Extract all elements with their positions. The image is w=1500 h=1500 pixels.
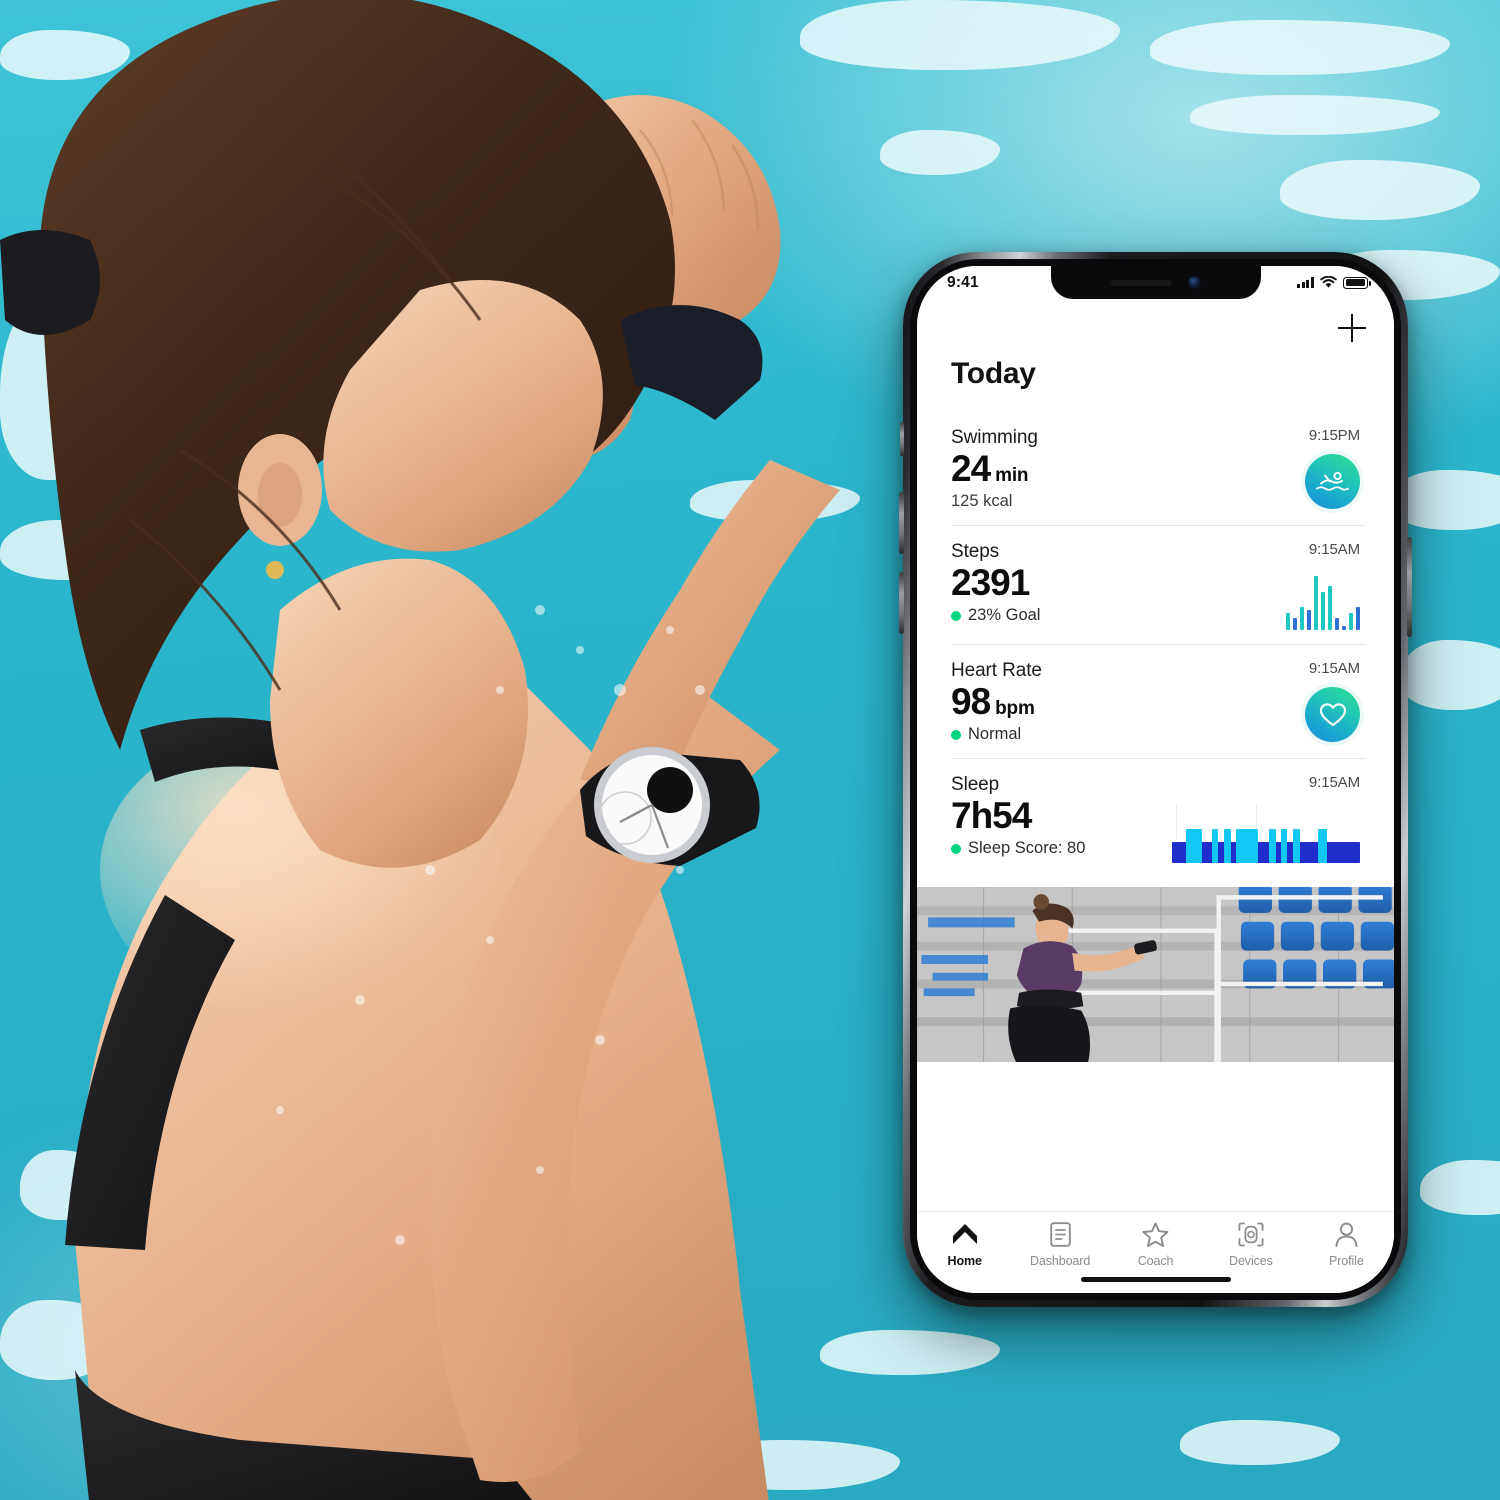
star-icon (1142, 1221, 1169, 1247)
workout-photo (917, 887, 1394, 1062)
tab-profile[interactable]: Profile (1299, 1221, 1394, 1268)
cellular-signal-icon (1297, 277, 1314, 288)
metric-subtext: Normal (968, 725, 1022, 743)
tab-label: Profile (1328, 1254, 1364, 1268)
goggles-strap (0, 230, 100, 335)
page-title: Today (951, 357, 1036, 390)
metric-unit: bpm (995, 698, 1035, 719)
document-icon (1049, 1221, 1071, 1247)
steps-bar (1314, 576, 1318, 630)
tab-dashboard[interactable]: Dashboard (1012, 1221, 1107, 1268)
swimmer-badge[interactable] (1305, 454, 1360, 509)
status-dot (951, 610, 961, 621)
water-highlight (1400, 640, 1500, 710)
heart-icon (1319, 702, 1346, 726)
status-dot (951, 729, 961, 740)
goggles (620, 305, 763, 420)
metric-row-heart-rate[interactable]: Heart Rate 98 bpm Normal 9:15AM (917, 644, 1394, 758)
sleep-light-segment (1212, 829, 1218, 863)
tab-label: Coach (1137, 1254, 1174, 1268)
status-bar-time: 9:41 (947, 273, 979, 291)
add-button[interactable] (1338, 314, 1366, 342)
steps-bar-chart (1286, 570, 1360, 630)
power-button[interactable] (1407, 537, 1412, 637)
sleep-light-segment (1293, 829, 1300, 863)
steps-bar (1321, 591, 1325, 630)
swimmer-icon (1316, 471, 1349, 491)
tab-home[interactable]: Home (917, 1221, 1012, 1268)
metric-subtext: 125 kcal (951, 492, 1013, 510)
person-icon (1334, 1221, 1359, 1247)
watch-icon (1238, 1221, 1264, 1247)
workout-photo-card[interactable] (917, 887, 1394, 1062)
sleep-light-segment (1236, 829, 1258, 863)
steps-bar (1286, 613, 1290, 630)
tab-label: Dashboard (1029, 1254, 1091, 1268)
battery-full-icon (1343, 276, 1371, 289)
volume-up-button[interactable] (899, 492, 904, 554)
metric-value: 2391 (951, 562, 1030, 603)
display-notch (1050, 266, 1261, 299)
metric-subtext: Sleep Score: 80 (968, 839, 1086, 857)
home-icon (952, 1221, 978, 1247)
mute-switch-button[interactable] (900, 422, 904, 456)
heart-rate-badge[interactable] (1305, 687, 1360, 742)
steps-bar (1293, 617, 1297, 630)
tab-label: Devices (1229, 1254, 1273, 1268)
metric-timestamp: 9:15AM (1308, 541, 1360, 558)
neck (270, 558, 528, 868)
metric-label: Steps (951, 541, 1000, 562)
steps-bar (1328, 586, 1332, 630)
sleep-light-segment (1281, 829, 1287, 863)
smartphone-device: 9:41 Today Swimming 24 min 125 kcal 9:15… (899, 252, 1412, 1307)
metric-timestamp: 9:15PM (1308, 427, 1360, 444)
phone-screen: 9:41 Today Swimming 24 min 125 kcal 9:15… (917, 266, 1394, 1293)
app-container: Today Swimming 24 min 125 kcal 9:15PM St… (917, 266, 1394, 1293)
app-scroll-area[interactable]: Today Swimming 24 min 125 kcal 9:15PM St… (917, 299, 1394, 1211)
metric-value: 7h54 (951, 795, 1032, 836)
home-indicator[interactable] (1080, 1276, 1231, 1282)
steps-bar (1349, 613, 1353, 630)
tab-devices[interactable]: Devices (1203, 1221, 1298, 1268)
metric-label: Sleep (951, 774, 1000, 795)
metric-value: 98 (951, 681, 991, 722)
woman-in-pool (0, 0, 840, 1500)
watch-subdial (647, 767, 693, 813)
steps-bar (1300, 606, 1304, 630)
tab-label: Home (947, 1254, 982, 1268)
metric-label: Heart Rate (951, 660, 1042, 681)
metric-row-swimming[interactable]: Swimming 24 min 125 kcal 9:15PM (917, 411, 1394, 525)
wifi-icon (1320, 276, 1337, 288)
header-actions (917, 299, 1394, 357)
sleep-light-segment (1186, 829, 1202, 863)
sleep-light-segment (1224, 829, 1231, 863)
earring (266, 561, 284, 579)
metric-unit: min (995, 465, 1029, 486)
sleep-light-segment (1269, 829, 1276, 863)
metric-timestamp: 9:15AM (1308, 660, 1360, 677)
steps-bar (1335, 617, 1339, 630)
metric-label: Swimming (951, 427, 1038, 448)
metric-timestamp: 9:15AM (1308, 774, 1360, 791)
front-camera-icon (1188, 276, 1201, 289)
steps-bar (1342, 625, 1346, 630)
tab-coach[interactable]: Coach (1108, 1221, 1203, 1268)
status-dot (951, 843, 961, 854)
earpiece-speaker-icon (1110, 279, 1172, 286)
sleep-light-segment (1318, 829, 1327, 863)
metric-row-steps[interactable]: Steps 2391 23% Goal 9:15AM (917, 525, 1394, 644)
steps-bar (1356, 606, 1360, 630)
volume-down-button[interactable] (899, 572, 904, 634)
metric-subtext: 23% Goal (968, 606, 1041, 624)
metric-row-sleep[interactable]: Sleep 7h54 Sleep Score: 80 9:15AM (917, 758, 1394, 877)
sleep-phase-chart (1172, 805, 1360, 863)
metric-value: 24 (951, 448, 991, 489)
steps-bar (1307, 609, 1311, 630)
